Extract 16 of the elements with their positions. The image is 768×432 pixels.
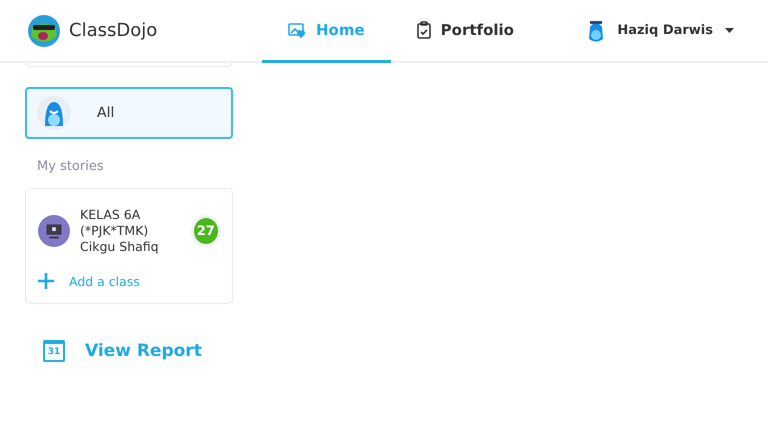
- computer-icon: [38, 214, 70, 248]
- monster-avatar-icon: [37, 96, 71, 130]
- picture-icon: [288, 22, 306, 38]
- brand-name: ClassDojo: [69, 20, 158, 41]
- class-name[interactable]: KELAS 6A (*PJK*TMK) Cikgu Shafiq: [80, 207, 184, 255]
- section-heading: My stories: [37, 159, 105, 174]
- nav-tab[interactable]: Portfolio: [390, 0, 540, 63]
- avatar-icon: [587, 18, 606, 42]
- logo-icon: [28, 14, 60, 46]
- user-menu[interactable]: Haziq Darwis: [581, 18, 740, 44]
- clipboard-icon: [416, 21, 431, 39]
- caret-icon: [725, 28, 734, 33]
- calendar-icon: 31: [43, 340, 65, 362]
- count-badge: 27: [194, 218, 218, 244]
- class-filter-item[interactable]: All: [25, 87, 233, 139]
- plus-icon: [38, 273, 54, 289]
